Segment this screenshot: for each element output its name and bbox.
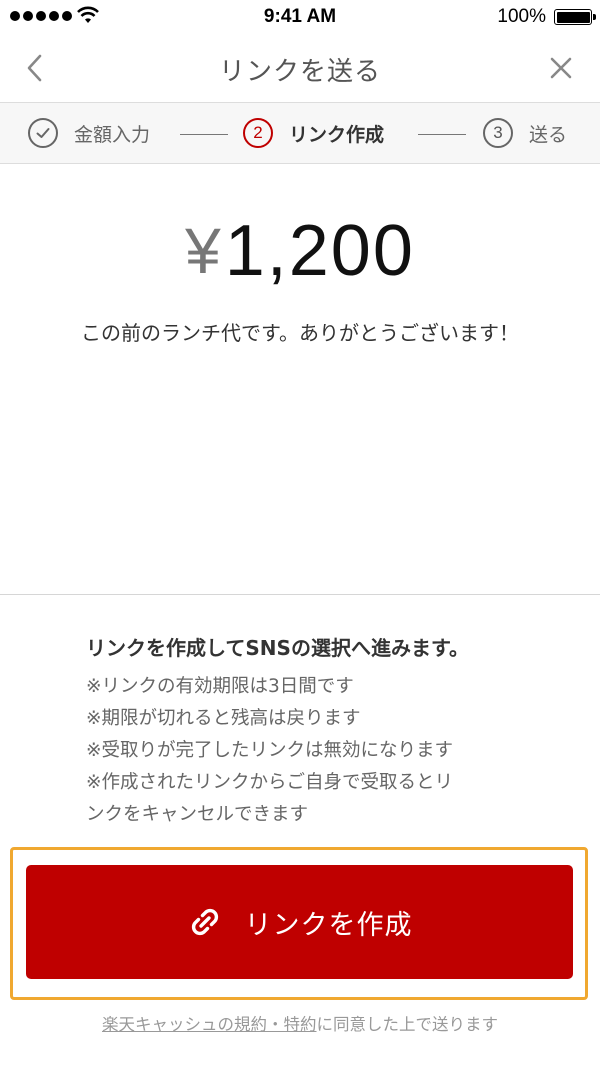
step-create-link: 2 リンク作成 [243, 103, 384, 163]
step-connector [180, 134, 228, 135]
step-label: 送る [529, 123, 568, 146]
step-send: 3 送る [483, 103, 567, 163]
step-number: 3 [483, 118, 513, 148]
notice-title: リンクを作成してSNSの選択へ進みます。 [86, 636, 469, 660]
battery-icon [554, 9, 596, 25]
status-bar: 9:41 AM 100% [0, 0, 600, 34]
link-icon [191, 908, 218, 936]
create-link-button[interactable]: リンクを作成 [26, 865, 573, 979]
notice-line: ※期限が切れると残高は戻ります [86, 708, 361, 729]
amount-value: 1,200 [224, 211, 415, 291]
terms-link[interactable]: 楽天キャッシュの規約・特約 [102, 1015, 317, 1034]
terms-suffix: に同意した上で送ります [316, 1015, 499, 1034]
notice: リンクを作成してSNSの選択へ進みます。 ※リンクの有効期限は3日間です ※期限… [86, 632, 526, 831]
notice-line: ※リンクの有効期限は3日間です [86, 676, 354, 697]
notice-line: ※作成されたリンクからご自身で受取るとリ [86, 772, 454, 793]
notice-line: ンクをキャンセルできます [86, 804, 309, 825]
step-connector [418, 134, 466, 135]
notice-line: ※受取りが完了したリンクは無効になります [86, 740, 454, 761]
page-title: リンクを送る [218, 57, 381, 87]
currency-symbol: ¥ [185, 215, 221, 287]
step-amount-input: 金額入力 [28, 103, 150, 163]
divider [0, 594, 600, 595]
step-number: 2 [243, 118, 273, 148]
step-label: 金額入力 [74, 123, 151, 146]
step-indicator: 金額入力 2 リンク作成 3 送る [0, 102, 600, 164]
check-circle-icon [28, 118, 58, 148]
step-label: リンク作成 [289, 123, 385, 146]
battery-percent: 100% [497, 6, 546, 27]
create-link-button-highlight: リンクを作成 [10, 847, 588, 1000]
terms-text: 楽天キャッシュの規約・特約に同意した上で送ります [0, 1011, 600, 1035]
create-link-button-label: リンクを作成 [244, 909, 413, 941]
message-text: この前のランチ代です。ありがとうございます！ [81, 321, 519, 345]
close-icon[interactable] [546, 53, 576, 83]
amount-display: ¥1,200 [0, 210, 600, 292]
nav-bar: リンクを送る [0, 34, 600, 102]
